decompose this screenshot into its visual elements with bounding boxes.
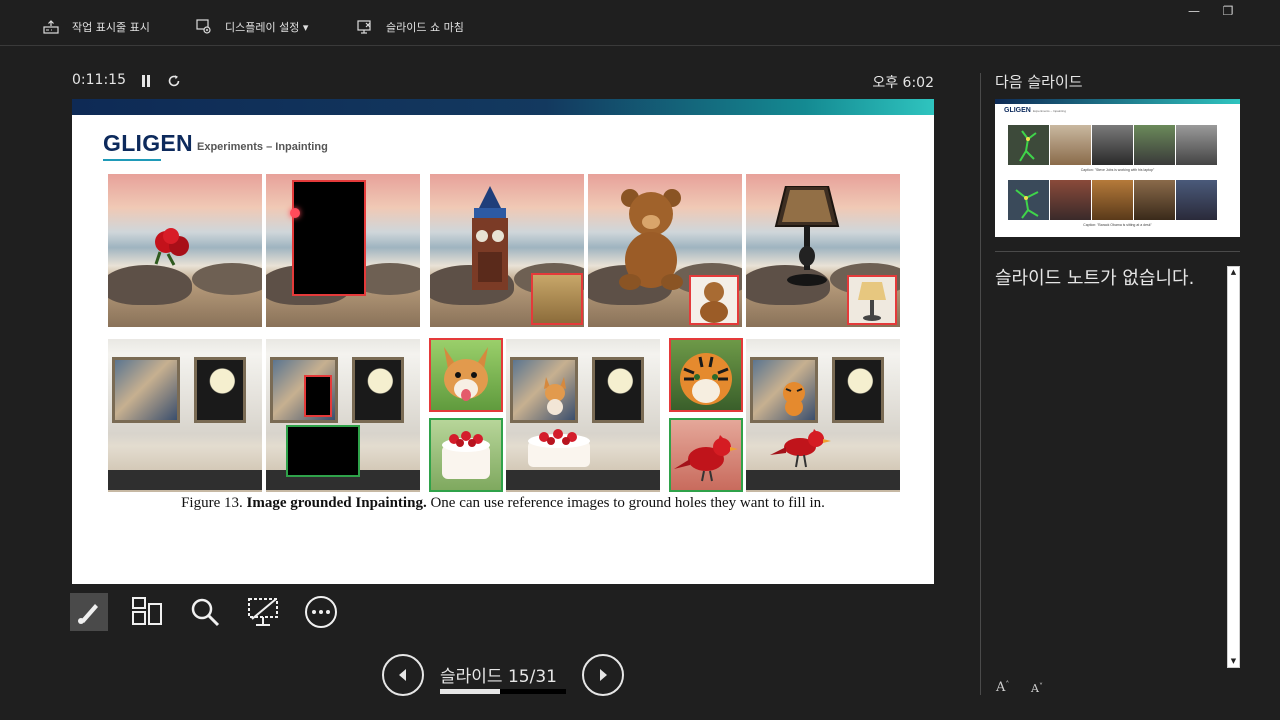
next-slide-heading: 다음 슬라이드 <box>995 73 1083 91</box>
previous-slide-button[interactable] <box>382 654 424 696</box>
end-slide-show-button[interactable]: 슬라이드 쇼 마침 <box>356 17 464 37</box>
slide-progress-fill <box>440 689 501 694</box>
thumb-pose-image <box>1008 125 1049 165</box>
end-show-icon <box>356 19 374 35</box>
thumb-photo-7 <box>1134 180 1175 220</box>
display-settings-icon <box>195 19 213 35</box>
thumb-photo-5 <box>1050 180 1091 220</box>
more-options-button[interactable] <box>302 593 340 631</box>
caption-bold: Image grounded Inpainting. <box>246 495 427 511</box>
decrease-font-icon: A <box>1031 682 1039 695</box>
decrease-font-button[interactable]: A˅ <box>1031 682 1043 695</box>
slide-progress-bar <box>440 689 566 694</box>
pen-icon <box>78 604 98 624</box>
restore-button[interactable]: ❐ <box>1220 4 1236 18</box>
pane-divider[interactable] <box>980 73 981 695</box>
next-slide-button[interactable] <box>582 654 624 696</box>
thumb-brand: GLIGEN <box>1004 107 1031 114</box>
thumb-header-band <box>995 99 1240 104</box>
end-show-label: 슬라이드 쇼 마침 <box>386 21 464 34</box>
increase-font-button[interactable]: A˄ <box>996 680 1009 695</box>
display-settings-button[interactable]: 디스플레이 설정 ▾ <box>195 17 308 37</box>
next-slide-thumbnail[interactable]: GLIGEN Experiments – Inpainting Caption:… <box>995 99 1240 237</box>
chevron-left-icon <box>399 669 406 681</box>
screen-slash-icon <box>248 598 278 626</box>
thumb-pose-image-2 <box>1008 180 1049 220</box>
gallery-masked-image <box>266 339 420 492</box>
slide-header-band <box>72 99 934 115</box>
laser-pointer <box>290 208 300 218</box>
thumb-photo-4 <box>1176 125 1217 165</box>
black-screen-button[interactable] <box>244 593 282 631</box>
beach-lamp-image <box>746 174 900 327</box>
show-taskbar-button[interactable]: 작업 표시줄 표시 <box>42 17 150 37</box>
current-slide[interactable]: GLIGEN Experiments – Inpainting Figure 1… <box>72 99 934 584</box>
pen-tool-button[interactable] <box>70 593 108 631</box>
chevron-right-icon <box>600 669 607 681</box>
slide-brand: GLIGEN <box>103 130 193 156</box>
increase-caret-icon: ˄ <box>1005 680 1010 689</box>
thumb-photo-2 <box>1092 125 1133 165</box>
beach-teddybear-image <box>588 174 742 327</box>
thumb-caption-bottom: Caption: "Barack Obama is sitting at a d… <box>1083 223 1152 227</box>
scroll-up-arrow-icon[interactable]: ▲ <box>1229 268 1238 276</box>
caption-rest: One can use reference images to ground h… <box>426 495 825 511</box>
figure-caption: Figure 13. Image grounded Inpainting. On… <box>72 495 934 512</box>
beach-masked-image <box>266 174 420 327</box>
thumb-photo-1 <box>1050 125 1091 165</box>
display-settings-label: 디스플레이 설정 ▾ <box>225 21 309 34</box>
current-time: 오후 6:02 <box>872 75 934 91</box>
thumb-subtitle: Experiments – Inpainting <box>1033 109 1067 113</box>
pause-icon[interactable] <box>141 75 151 87</box>
ellipsis-icon <box>305 596 337 628</box>
speaker-notes[interactable]: 슬라이드 노트가 없습니다. <box>995 264 1194 290</box>
elapsed-timer: 0:11:15 <box>72 72 126 88</box>
gallery-tiger-cardinal-image <box>746 339 900 492</box>
decrease-caret-icon: ˅ <box>1038 682 1043 691</box>
scroll-down-arrow-icon[interactable]: ▼ <box>1229 657 1238 665</box>
gallery-original-image <box>108 339 262 492</box>
brand-underline <box>103 159 161 161</box>
thumb-caption-top: Caption: "Steve Jobs is working with his… <box>1080 168 1155 172</box>
thumb-photo-8 <box>1176 180 1217 220</box>
gallery-corgi-cake-image <box>506 339 660 492</box>
thumb-photo-6 <box>1092 180 1133 220</box>
show-taskbar-label: 작업 표시줄 표시 <box>72 21 150 34</box>
grid-icon <box>132 597 162 625</box>
zoom-button[interactable] <box>186 593 224 631</box>
beach-rose-image <box>108 174 262 327</box>
notes-scrollbar[interactable] <box>1227 266 1240 668</box>
magnifier-icon <box>191 598 220 627</box>
see-all-slides-button[interactable] <box>128 593 166 631</box>
beach-clocktower-image <box>430 174 584 327</box>
slide-counter[interactable]: 슬라이드 15/31 <box>440 662 557 687</box>
slide-subtitle: Experiments – Inpainting <box>197 141 328 153</box>
caption-figure: Figure 13. <box>181 495 247 511</box>
thumb-photo-3 <box>1134 125 1175 165</box>
minimize-button[interactable]: — <box>1186 4 1202 18</box>
presenter-toolbar: 작업 표시줄 표시 디스플레이 설정 ▾ 슬라이드 쇼 마침 — ❐ <box>0 0 1280 46</box>
notes-divider[interactable] <box>995 251 1240 252</box>
taskbar-icon <box>42 19 60 35</box>
increase-font-icon: A <box>996 680 1006 695</box>
restart-timer-icon[interactable] <box>167 73 181 87</box>
